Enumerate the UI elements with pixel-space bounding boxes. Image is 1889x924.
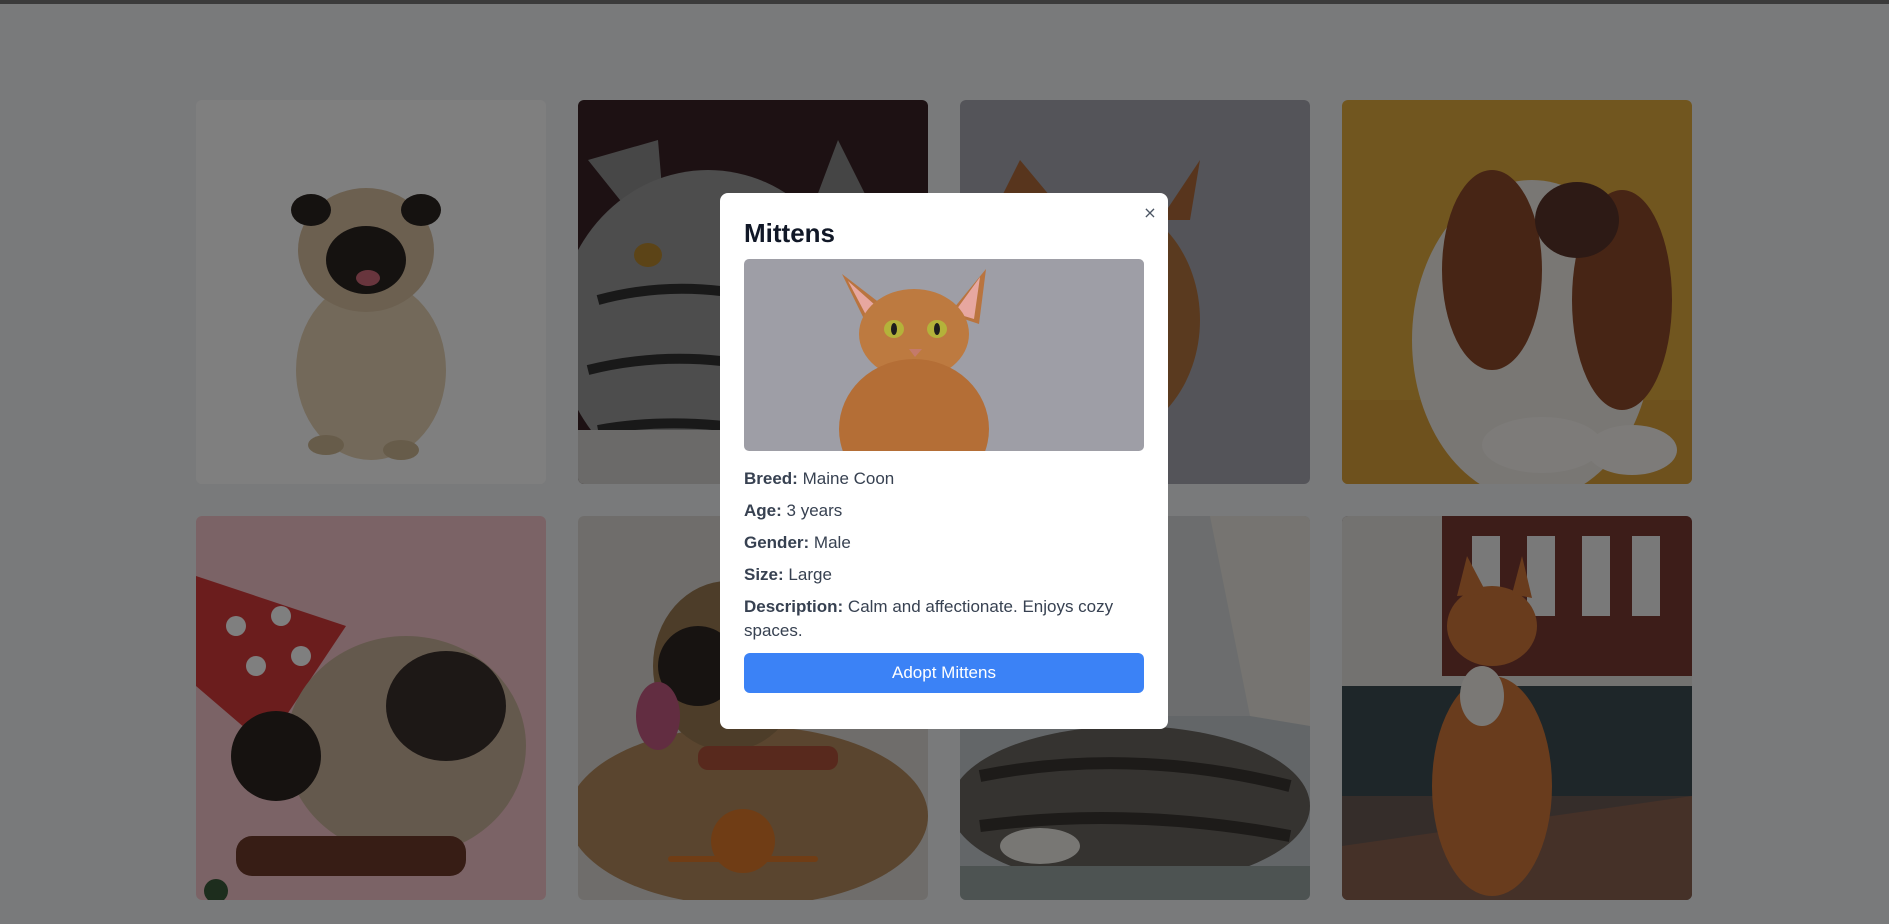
breed-value: Maine Coon [802,469,895,488]
description-label: Description: [744,597,844,616]
pet-detail-modal: × Mittens Breed: Maine Coon Age: 3 years [720,193,1168,729]
size-value: Large [788,565,832,584]
age-value: 3 years [786,501,843,520]
description-row: Description: Calm and affectionate. Enjo… [744,595,1144,643]
modal-title: Mittens [744,218,835,248]
gender-row: Gender: Male [744,531,1144,555]
breed-row: Breed: Maine Coon [744,467,1144,491]
age-label: Age: [744,501,782,520]
adopt-button[interactable]: Adopt Mittens [744,653,1144,693]
breed-label: Breed: [744,469,798,488]
age-row: Age: 3 years [744,499,1144,523]
gender-label: Gender: [744,533,810,552]
size-row: Size: Large [744,563,1144,587]
modal-pet-photo [744,259,1144,451]
close-button[interactable]: × [1140,203,1160,223]
pet-details: Breed: Maine Coon Age: 3 years Gender: M… [744,467,1144,643]
gender-value: Male [813,533,851,552]
size-label: Size: [744,565,784,584]
